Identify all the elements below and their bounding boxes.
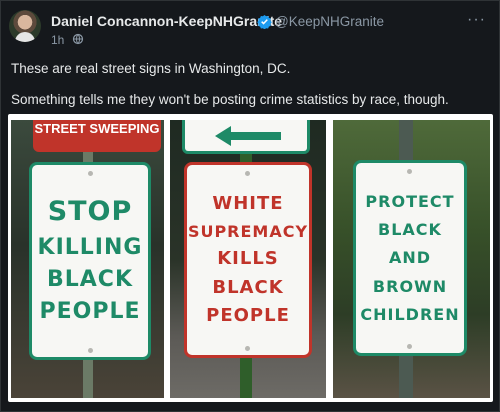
sign-bolt [88, 348, 93, 353]
sign-line: PEOPLE [206, 305, 290, 327]
photo-protect-black-and-brown-children[interactable]: PROTECT BLACK AND BROWN CHILDREN [333, 120, 490, 398]
stop-killing-black-people-sign: STOP KILLING BLACK PEOPLE [29, 162, 151, 360]
sign-line: BLACK [212, 276, 284, 298]
sign-line: AND [388, 248, 432, 268]
verified-badge-icon [257, 14, 272, 29]
sign-line: WHITE [212, 193, 284, 215]
sign-bolt [407, 344, 412, 349]
sign-line: KILLS [217, 248, 279, 269]
white-supremacy-kills-black-people-sign: WHITE SUPREMACY KILLS BLACK PEOPLE [184, 162, 312, 358]
sign-bolt [407, 169, 412, 174]
sign-bolt [245, 346, 250, 351]
street-sweeping-line-2: SWEEPING [89, 121, 160, 136]
more-options-icon[interactable]: ··· [467, 11, 486, 29]
street-sweeping-line-1: STREET [34, 121, 86, 136]
one-way-sign [182, 120, 310, 154]
avatar[interactable] [9, 10, 41, 42]
photo-stop-killing-black-people[interactable]: STREET SWEEPING STOP KILLING BLACK PEOPL… [11, 120, 164, 398]
author-handle[interactable]: @KeepNHGranite [275, 14, 384, 29]
sign-line: CHILDREN [360, 304, 460, 324]
post-time[interactable]: 1h [51, 33, 64, 47]
author-name[interactable]: Daniel Concannon-KeepNHGranite [51, 13, 282, 29]
sign-line: KILLING [37, 234, 143, 260]
sign-line: STOP [47, 196, 133, 228]
post-text-line-1: These are real street signs in Washingto… [11, 61, 291, 76]
sign-bolt [88, 171, 93, 176]
post-text-line-2: Something tells me they won't be posting… [11, 92, 449, 107]
sign-line: PROTECT [365, 192, 455, 212]
post-media[interactable]: STREET SWEEPING STOP KILLING BLACK PEOPL… [8, 114, 493, 402]
left-arrow-icon [215, 126, 281, 146]
sign-line: BROWN [372, 276, 448, 296]
sign-bolt [245, 171, 250, 176]
sign-line: PEOPLE [39, 299, 141, 325]
protect-black-and-brown-children-sign: PROTECT BLACK AND BROWN CHILDREN [353, 160, 467, 356]
post-card[interactable]: Daniel Concannon-KeepNHGranite @KeepNHGr… [0, 0, 500, 412]
street-sweeping-sign: STREET SWEEPING [33, 120, 161, 152]
audience-globe-icon [72, 33, 84, 45]
sign-line: SUPREMACY [187, 221, 309, 241]
sign-line: BLACK [46, 267, 133, 292]
avatar-figure [15, 32, 35, 42]
sign-line: BLACK [378, 220, 442, 240]
photo-white-supremacy-kills-black-people[interactable]: WHITE SUPREMACY KILLS BLACK PEOPLE [170, 120, 326, 398]
